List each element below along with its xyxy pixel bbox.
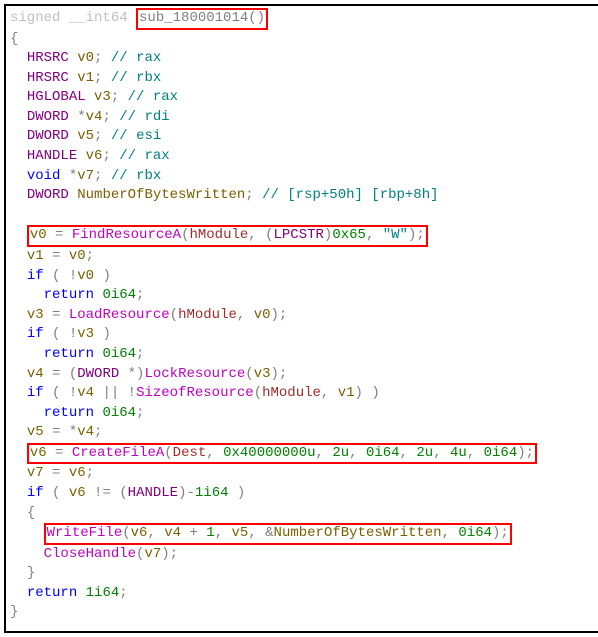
inner-brace-open: { bbox=[10, 504, 596, 524]
decl-v4: DWORD *v4; // rdi bbox=[10, 108, 596, 128]
stmt-ret0-3: return 0i64; bbox=[10, 404, 596, 424]
highlight-writefile: WriteFile(v6, v4 + 1, v5, &NumberOfBytes… bbox=[44, 523, 512, 545]
highlight-createfile: v6 = CreateFileA(Dest, 0x40000000u, 2u, … bbox=[27, 443, 537, 465]
stmt-ret1: return 1i64; bbox=[10, 584, 596, 604]
blank-line bbox=[10, 206, 596, 226]
stmt-ret0-2: return 0i64; bbox=[10, 345, 596, 365]
fn-name: sub_180001014() bbox=[139, 10, 265, 26]
stmt-v1-v0: v1 = v0; bbox=[10, 247, 596, 267]
stmt-closehandle: CloseHandle(v7); bbox=[10, 545, 596, 565]
decl-v5: DWORD v5; // esi bbox=[10, 127, 596, 147]
decl-nbw: DWORD NumberOfBytesWritten; // [rsp+50h]… bbox=[10, 186, 596, 206]
brace-close: } bbox=[10, 603, 596, 623]
stmt-v7: v7 = v6; bbox=[10, 464, 596, 484]
decl-v3: HGLOBAL v3; // rax bbox=[10, 88, 596, 108]
stmt-v5: v5 = *v4; bbox=[10, 423, 596, 443]
stmt-writefile: WriteFile(v6, v4 + 1, v5, &NumberOfBytes… bbox=[10, 523, 596, 545]
decl-v0: HRSRC v0; // rax bbox=[10, 49, 596, 69]
stmt-if-v4-size: if ( !v4 || !SizeofResource(hModule, v1)… bbox=[10, 384, 596, 404]
highlight-findresource: v0 = FindResourceA(hModule, (LPCSTR)0x65… bbox=[27, 225, 428, 247]
inner-brace-close: } bbox=[10, 564, 596, 584]
stmt-lockresource: v4 = (DWORD *)LockResource(v3); bbox=[10, 365, 596, 385]
decl-v7: void *v7; // rbx bbox=[10, 167, 596, 187]
decompiled-code-block: signed __int64 sub_180001014() { HRSRC v… bbox=[4, 4, 598, 633]
decl-v6: HANDLE v6; // rax bbox=[10, 147, 596, 167]
stmt-if-v3: if ( !v3 ) bbox=[10, 325, 596, 345]
decl-v1: HRSRC v1; // rbx bbox=[10, 69, 596, 89]
stmt-if-v6: if ( v6 != (HANDLE)-1i64 ) bbox=[10, 484, 596, 504]
highlight-fn-name: sub_180001014() bbox=[136, 8, 268, 30]
stmt-findresource: v0 = FindResourceA(hModule, (LPCSTR)0x65… bbox=[10, 225, 596, 247]
brace-open: { bbox=[10, 30, 596, 50]
return-type: signed __int64 bbox=[10, 10, 136, 26]
stmt-loadresource: v3 = LoadResource(hModule, v0); bbox=[10, 306, 596, 326]
stmt-if-v0: if ( !v0 ) bbox=[10, 267, 596, 287]
fn-signature: signed __int64 sub_180001014() bbox=[10, 8, 596, 30]
stmt-ret0-1: return 0i64; bbox=[10, 286, 596, 306]
stmt-createfile: v6 = CreateFileA(Dest, 0x40000000u, 2u, … bbox=[10, 443, 596, 465]
